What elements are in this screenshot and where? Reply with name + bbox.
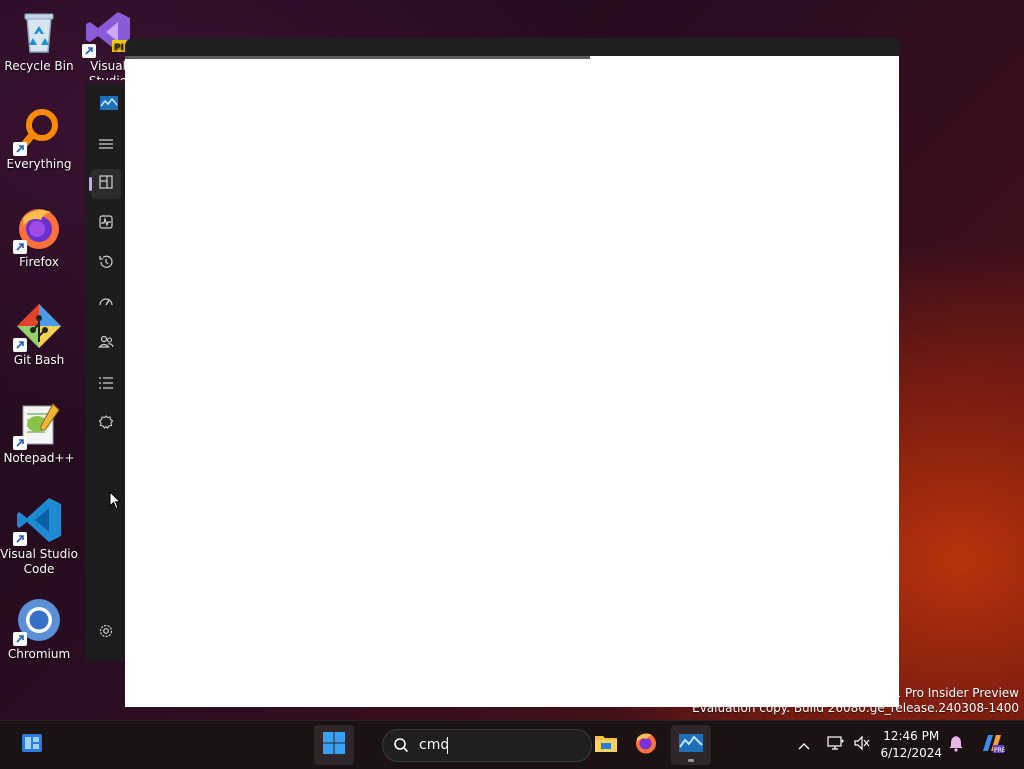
task-manager-sidebar bbox=[85, 83, 126, 661]
shortcut-arrow-icon bbox=[13, 338, 27, 352]
desktop-icon-notepadpp[interactable]: Notepad++ bbox=[0, 400, 79, 466]
task-manager-content-area bbox=[125, 56, 899, 707]
svg-text:PRE: PRE bbox=[994, 747, 1005, 754]
chevron-up-icon bbox=[797, 736, 811, 755]
nav-startup-apps[interactable] bbox=[91, 289, 121, 319]
taskbar-search-box[interactable] bbox=[382, 729, 592, 762]
search-input[interactable] bbox=[419, 736, 579, 754]
users-icon bbox=[98, 334, 114, 354]
start-button[interactable] bbox=[314, 725, 354, 765]
nav-app-history[interactable] bbox=[91, 249, 121, 279]
desktop-icon-label: Git Bash bbox=[13, 353, 65, 367]
desktop-icon-git-bash[interactable]: Git Bash bbox=[0, 302, 79, 368]
nav-processes[interactable] bbox=[89, 169, 121, 199]
vscode-icon bbox=[13, 496, 63, 546]
network-icon bbox=[827, 735, 845, 755]
nav-services[interactable] bbox=[91, 409, 121, 439]
shortcut-arrow-icon bbox=[13, 532, 27, 546]
loading-progress-bar bbox=[125, 56, 590, 59]
clock-time: 12:46 PM bbox=[883, 729, 940, 743]
everything-icon bbox=[13, 106, 63, 156]
task-manager-app-icon bbox=[100, 95, 118, 114]
shortcut-arrow-icon bbox=[13, 632, 27, 646]
taskbar: 12:46 PM 6/12/2024 PRE bbox=[0, 720, 1024, 769]
nav-settings[interactable] bbox=[91, 618, 121, 648]
shortcut-arrow-icon bbox=[13, 436, 27, 450]
windows-logo-icon bbox=[322, 731, 346, 759]
shortcut-arrow-icon bbox=[13, 240, 27, 254]
desktop-icon-everything[interactable]: Everything bbox=[0, 106, 79, 172]
desktop-icon-firefox[interactable]: Firefox bbox=[0, 204, 79, 270]
startup-icon bbox=[98, 294, 114, 314]
title-bar[interactable] bbox=[125, 38, 900, 56]
firefox-icon bbox=[13, 204, 63, 254]
text-caret bbox=[447, 737, 448, 754]
processes-icon bbox=[98, 174, 114, 194]
desktop-icon-recycle-bin[interactable]: Recycle Bin bbox=[0, 8, 79, 74]
desktop-icon-label: Chromium bbox=[7, 647, 71, 661]
nav-details[interactable] bbox=[91, 369, 121, 399]
nav-users[interactable] bbox=[91, 329, 121, 359]
taskbar-clock[interactable]: 12:46 PM 6/12/2024 bbox=[880, 728, 942, 762]
details-icon bbox=[98, 375, 114, 394]
copilot-icon: PRE bbox=[979, 731, 1006, 759]
task-manager-icon bbox=[678, 733, 704, 757]
copilot-button[interactable]: PRE bbox=[972, 725, 1012, 765]
desktop-icon-label: Notepad++ bbox=[3, 451, 75, 465]
mouse-cursor-icon bbox=[109, 490, 122, 514]
volume-button[interactable] bbox=[844, 725, 880, 765]
performance-icon bbox=[98, 214, 114, 234]
desktop-icon-label: Visual Studio Code bbox=[0, 547, 78, 576]
clock-date: 6/12/2024 bbox=[880, 746, 942, 760]
taskbar-firefox-button[interactable] bbox=[626, 725, 666, 765]
widgets-button[interactable] bbox=[12, 725, 52, 765]
desktop-icon-label: Recycle Bin bbox=[4, 59, 74, 73]
running-indicator bbox=[688, 759, 694, 762]
firefox-icon bbox=[634, 731, 658, 759]
settings-icon bbox=[98, 623, 114, 643]
services-icon bbox=[98, 414, 114, 434]
desktop-icon-vscode[interactable]: Visual Studio Code bbox=[0, 496, 79, 577]
folder-icon bbox=[594, 732, 618, 758]
search-icon bbox=[393, 737, 409, 757]
hamburger-menu-button[interactable] bbox=[91, 129, 121, 159]
chromium-icon bbox=[13, 596, 63, 646]
git-bash-icon bbox=[13, 302, 63, 352]
menu-icon bbox=[98, 135, 114, 154]
notepadpp-icon bbox=[13, 400, 63, 450]
bell-icon bbox=[948, 734, 964, 756]
notifications-button[interactable] bbox=[937, 725, 975, 765]
file-explorer-button[interactable] bbox=[586, 725, 626, 765]
taskbar-task-manager-button[interactable] bbox=[671, 725, 711, 765]
desktop-icon-label: Everything bbox=[6, 157, 72, 171]
desktop-icon-chromium[interactable]: Chromium bbox=[0, 596, 79, 662]
recycle-bin-icon bbox=[15, 8, 63, 56]
volume-muted-icon bbox=[853, 735, 871, 755]
widgets-icon bbox=[20, 731, 44, 759]
nav-performance[interactable] bbox=[91, 209, 121, 239]
shortcut-arrow-icon bbox=[13, 142, 27, 156]
history-icon bbox=[98, 254, 114, 274]
desktop-icon-label: Firefox bbox=[19, 255, 59, 269]
watermark-edition: 11 Pro Insider Preview bbox=[885, 686, 1019, 700]
